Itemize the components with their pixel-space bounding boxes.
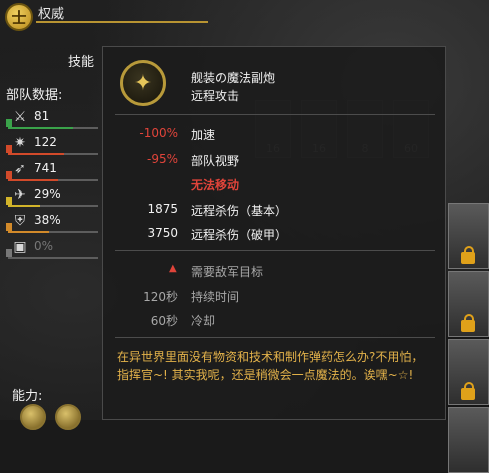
stat-bar-fill <box>8 231 49 233</box>
top-bar: 士 权威 <box>0 0 230 34</box>
ability-icon-row <box>20 404 85 430</box>
charge-bonus-icon: ✷ <box>14 135 26 151</box>
melee-attack-icon: ⚔ <box>13 109 27 125</box>
ability-slot-icon[interactable] <box>55 404 82 430</box>
unit-portrait[interactable] <box>448 407 489 473</box>
damage-value: 3750 <box>147 226 178 240</box>
divider <box>115 114 435 115</box>
damage-value: 1875 <box>147 202 178 216</box>
stat-bar <box>8 257 98 259</box>
unit-stats: ⚔ 81 ✷ 122 ➶ 741 ✈ 29% ⛨ 38% ▣ 0% <box>0 105 100 261</box>
stat-bar <box>8 127 98 129</box>
stat-bar <box>8 179 98 181</box>
requirement-label: 需要敌军目标 <box>191 265 264 279</box>
stat-bar-fill <box>8 153 64 155</box>
damage-label: 远程杀伤（破甲） <box>191 228 288 242</box>
unit-data-title: 部队数据: <box>6 88 63 103</box>
stat-bar-fill <box>8 205 40 207</box>
effect-value: -95% <box>146 152 178 166</box>
stat-bar <box>8 153 98 155</box>
ability-slot-icon[interactable] <box>20 404 46 430</box>
magic-cannon-icon: ✦ <box>120 60 166 106</box>
stat-bar-fill <box>8 127 73 129</box>
ability-tooltip: ✦ 舰装の魔法副炮 远程攻击 -100% 加速 -95% 部队视野 无法移动 1… <box>102 46 446 420</box>
stat-value: 0% <box>34 239 54 253</box>
unit-portrait[interactable] <box>448 339 489 405</box>
ability-name: 舰装の魔法副炮 <box>191 71 276 85</box>
armor-icon: ⛨ <box>14 213 26 229</box>
divider <box>115 250 435 251</box>
stat-value: 122 <box>34 135 57 149</box>
reload-icon: ✈ <box>14 187 26 203</box>
stat-bar <box>8 231 98 233</box>
stat-bar-fill <box>8 179 58 181</box>
stat-row[interactable]: ⛨ 38% <box>0 209 100 235</box>
target-required-icon: ▲ <box>169 263 177 274</box>
cannot-move-warning: 无法移动 <box>191 178 240 192</box>
stat-row[interactable]: ✷ 122 <box>0 131 100 157</box>
authority-title: 权威 <box>38 7 65 22</box>
lock-icon <box>461 246 475 264</box>
effect-value: -100% <box>139 126 178 140</box>
stat-value: 81 <box>34 109 50 123</box>
stat-row[interactable]: ▣ 0% <box>0 235 100 261</box>
unit-portrait[interactable] <box>448 203 489 269</box>
stat-row[interactable]: ✈ 29% <box>0 183 100 209</box>
effect-label: 加速 <box>191 128 216 142</box>
effect-label: 部队视野 <box>191 154 240 168</box>
stat-bar <box>8 205 98 207</box>
unit-portrait[interactable] <box>448 271 489 337</box>
lock-icon <box>461 314 475 332</box>
duration-label: 持续时间 <box>191 290 240 304</box>
rank-emblem-icon: 士 <box>5 3 33 31</box>
ability-type: 远程攻击 <box>191 89 240 103</box>
duration-value: 120秒 <box>143 290 178 304</box>
stat-value: 29% <box>34 187 61 201</box>
ranged-damage-icon: ➶ <box>14 161 26 177</box>
lock-icon <box>461 382 475 400</box>
stat-value: 741 <box>34 161 57 175</box>
damage-label: 远程杀伤（基本） <box>191 204 288 218</box>
flavor-text: 在异世界里面没有物资和技术和制作弹药怎么办?不用怕，指挥官~! 其实我呢，还是稍… <box>117 350 424 382</box>
cooldown-value: 60秒 <box>150 314 178 328</box>
ward-icon: ▣ <box>13 239 27 255</box>
abilities-label: 能力: <box>12 389 43 404</box>
stat-row[interactable]: ➶ 741 <box>0 157 100 183</box>
authority-bar <box>36 21 208 23</box>
stat-value: 38% <box>34 213 61 227</box>
tab-abilities[interactable]: 技能 <box>68 51 94 70</box>
cooldown-label: 冷却 <box>191 314 216 328</box>
divider <box>115 337 435 338</box>
stat-row[interactable]: ⚔ 81 <box>0 105 100 131</box>
